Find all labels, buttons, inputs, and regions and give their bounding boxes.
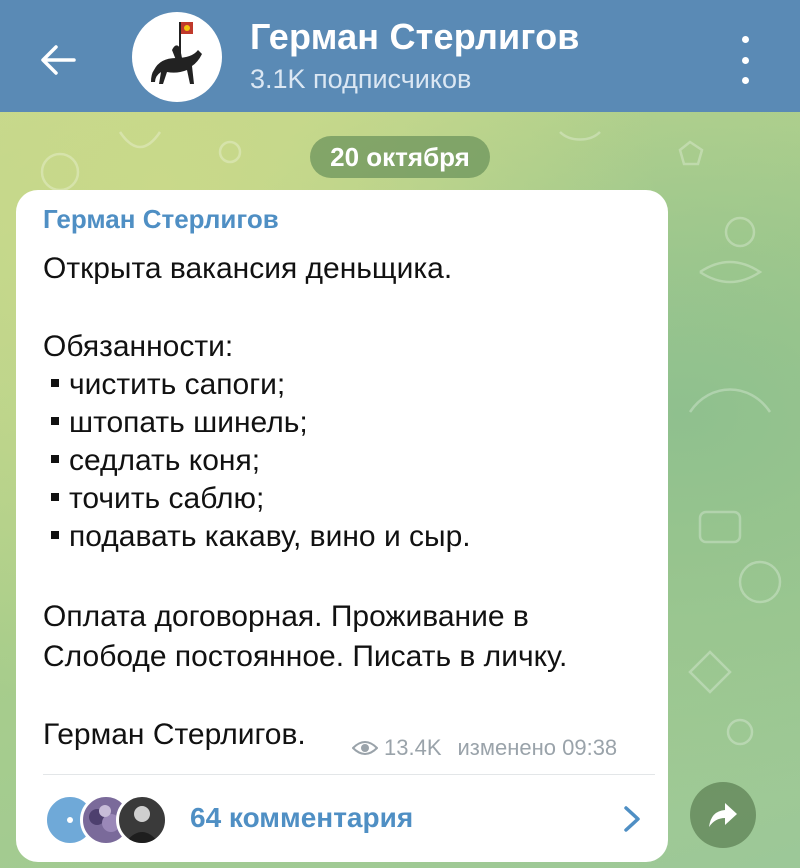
horseman-logo-icon — [151, 22, 202, 84]
message-meta: 13.4K изменено 09:38 — [352, 735, 617, 761]
comments-count-label[interactable]: 64 комментария — [190, 802, 413, 834]
message-author[interactable]: Герман Стерлигов — [43, 204, 279, 235]
subscriber-count: 3.1K подписчиков — [250, 64, 472, 94]
list-item: подавать какаву, вино и сыр. — [51, 520, 471, 554]
channel-avatar[interactable] — [132, 12, 222, 102]
edited-timestamp: изменено 09:38 — [457, 735, 618, 760]
back-button[interactable] — [28, 30, 88, 90]
list-item: штопать шинель; — [51, 406, 308, 440]
message-line: Герман Стерлигов. — [43, 718, 306, 751]
channel-title[interactable]: Герман Стерлигов — [250, 16, 580, 58]
view-count: 13.4K — [384, 735, 442, 760]
commenter-avatar — [116, 794, 168, 846]
list-item: точить саблю; — [51, 482, 264, 516]
more-vertical-icon — [741, 36, 749, 43]
message-line: Обязанности: — [43, 330, 234, 363]
date-divider: 20 октября — [310, 136, 490, 178]
message-line: Оплата договорная. Проживание в — [43, 600, 529, 633]
more-menu-button[interactable] — [730, 36, 760, 84]
arrow-left-icon — [41, 45, 76, 75]
list-item: чистить сапоги; — [51, 368, 285, 402]
eye-icon — [352, 741, 378, 755]
chevron-right-icon[interactable] — [620, 804, 644, 834]
list-item: седлать коня; — [51, 444, 260, 478]
divider — [43, 774, 655, 775]
app-header: Герман Стерлигов 3.1K подписчиков — [0, 0, 800, 112]
share-icon — [709, 803, 737, 827]
comments-button[interactable]: 64 комментария — [16, 780, 668, 858]
message-line: Слободе постоянное. Писать в личку. — [43, 640, 568, 673]
message-bubble[interactable]: Герман Стерлигов Открыта вакансия деньщи… — [16, 190, 668, 862]
share-button[interactable] — [690, 782, 756, 848]
message-line: Открыта вакансия деньщика. — [43, 252, 453, 285]
